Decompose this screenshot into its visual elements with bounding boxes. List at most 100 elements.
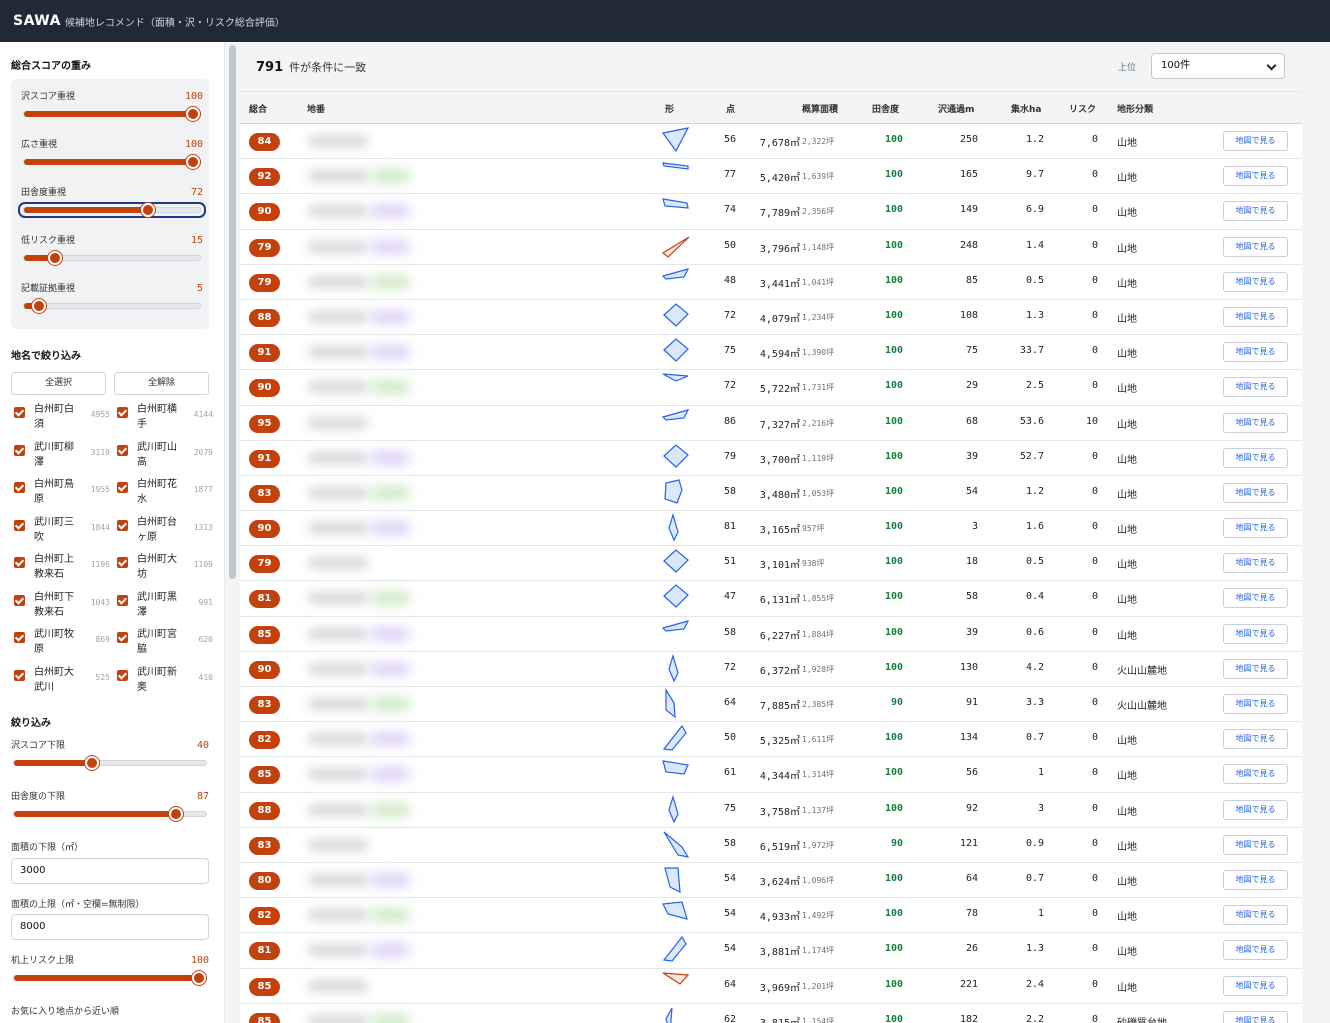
area-checkbox-item[interactable]: 武川町柳澤 3119: [14, 440, 114, 472]
view-map-button[interactable]: 地図で見る: [1223, 1010, 1288, 1023]
area-checkbox-item[interactable]: 白州町白須 4955: [14, 402, 114, 434]
checkbox-checked-icon[interactable]: [14, 407, 25, 418]
weight-slider[interactable]: [23, 299, 201, 313]
area-checkbox-item[interactable]: 武川町三吹 1844: [14, 515, 114, 547]
risk-max-slider[interactable]: [13, 971, 207, 985]
checkbox-checked-icon[interactable]: [14, 632, 25, 643]
top-n-select[interactable]: 100件: [1151, 53, 1285, 79]
view-map-button[interactable]: 地図で見る: [1223, 588, 1288, 609]
checkbox-checked-icon[interactable]: [14, 444, 25, 456]
view-map-button[interactable]: 地図で見る: [1223, 940, 1288, 961]
view-map-button[interactable]: 地図で見る: [1223, 236, 1288, 257]
view-map-button[interactable]: 地図で見る: [1223, 482, 1288, 503]
checkbox-checked-icon[interactable]: [117, 407, 128, 418]
table-row[interactable]: 79 50 3,796㎡ 1,148坪 100 248 1.4 0 山地 地図で見る: [240, 229, 1302, 265]
checkbox-checked-icon[interactable]: [117, 482, 128, 493]
table-row[interactable]: 95 86 7,327㎡ 2,216坪 100 68 53.6 10 山地 地図で見る: [240, 405, 1302, 441]
col-area[interactable]: 概算面積: [802, 102, 838, 115]
table-row[interactable]: 92 77 5,420㎡ 1,639坪 100 165 9.7 0 山地 地図で見る: [240, 159, 1302, 195]
table-row[interactable]: 90 74 7,789㎡ 2,356坪 100 149 6.9 0 山地 地図で見る: [240, 194, 1302, 230]
table-row[interactable]: 79 51 3,101㎡ 938坪 100 18 0.5 0 山地 地図で見る: [240, 546, 1302, 582]
table-row[interactable]: 90 81 3,165㎡ 957坪 100 3 1.6 0 山地 地図で見る: [240, 511, 1302, 547]
weight-slider[interactable]: [23, 155, 201, 169]
view-map-button[interactable]: 地図で見る: [1223, 905, 1288, 926]
table-row[interactable]: 91 75 4,594㎡ 1,390坪 100 75 33.7 0 山地 地図で見る: [240, 335, 1302, 371]
view-map-button[interactable]: 地図で見る: [1223, 764, 1288, 785]
inaka-min-slider[interactable]: [13, 807, 207, 821]
area-checkbox-item[interactable]: 武川町黒澤 991: [117, 590, 217, 622]
view-map-button[interactable]: 地図で見る: [1223, 306, 1288, 327]
col-score[interactable]: 総合: [249, 102, 267, 115]
area-checkbox-item[interactable]: 武川町牧原 869: [14, 627, 114, 659]
col-shusui[interactable]: 集水ha: [1011, 102, 1041, 115]
area-checkbox-item[interactable]: 武川町新奥 410: [117, 665, 217, 697]
view-map-button[interactable]: 地図で見る: [1223, 166, 1288, 187]
table-row[interactable]: 88 75 3,758㎡ 1,137坪 100 92 3 0 山地 地図で見る: [240, 792, 1302, 828]
weight-slider[interactable]: [23, 107, 201, 121]
area-checkbox-item[interactable]: 白州町上教来石 1196: [14, 552, 114, 584]
weight-slider[interactable]: [18, 202, 206, 218]
table-row[interactable]: 84 56 7,678㎡ 2,322坪 100 250 1.2 0 山地 地図で見る: [240, 124, 1302, 160]
col-chiban[interactable]: 地番: [307, 102, 325, 115]
view-map-button[interactable]: 地図で見る: [1223, 377, 1288, 398]
area-checkbox-item[interactable]: 白州町大坊 1109: [117, 552, 217, 584]
checkbox-checked-icon[interactable]: [117, 444, 128, 456]
col-inaka[interactable]: 田舎度: [872, 102, 899, 115]
table-row[interactable]: 85 58 6,227㎡ 1,884坪 100 39 0.6 0 山地 地図で見る: [240, 616, 1302, 652]
table-row[interactable]: 83 64 7,885㎡ 2,385坪 90 91 3.3 0 火山山麓地 地図で見る: [240, 687, 1302, 723]
area-checkbox-item[interactable]: 白州町台ヶ原 1313: [117, 515, 217, 547]
table-row[interactable]: 85 64 3,969㎡ 1,201坪 100 221 2.4 0 山地 地図で見る: [240, 968, 1302, 1004]
col-terrain[interactable]: 地形分類: [1117, 102, 1153, 115]
clear-all-button[interactable]: 全解除: [114, 372, 209, 395]
view-map-button[interactable]: 地図で見る: [1223, 447, 1288, 468]
view-map-button[interactable]: 地図で見る: [1223, 834, 1288, 855]
checkbox-checked-icon[interactable]: [14, 519, 25, 531]
col-risk[interactable]: リスク: [1069, 102, 1096, 115]
table-row[interactable]: 82 54 4,933㎡ 1,492坪 100 78 1 0 山地 地図で見る: [240, 898, 1302, 934]
area-checkbox-item[interactable]: 武川町山高 2079: [117, 440, 217, 472]
area-checkbox-item[interactable]: 白州町花水 1877: [117, 477, 217, 509]
view-map-button[interactable]: 地図で見る: [1223, 658, 1288, 679]
view-map-button[interactable]: 地図で見る: [1223, 271, 1288, 292]
view-map-button[interactable]: 地図で見る: [1223, 553, 1288, 574]
table-row[interactable]: 85 62 3,815㎡1,154坪 100 182 2.2 0 砂礫質台地 地図で見る: [240, 1003, 1302, 1023]
table-row[interactable]: 90 72 6,372㎡ 1,928坪 100 130 4.2 0 火山山麓地 地図で見る: [240, 651, 1302, 687]
col-shape[interactable]: 形: [665, 102, 674, 115]
table-row[interactable]: 88 72 4,079㎡ 1,234坪 100 108 1.3 0 山地 地図で見る: [240, 299, 1302, 336]
area-checkbox-item[interactable]: 白州町横手 4144: [117, 402, 217, 434]
checkbox-checked-icon[interactable]: [117, 519, 128, 531]
col-sawa[interactable]: 沢通過m: [938, 102, 974, 115]
table-row[interactable]: 81 54 3,881㎡ 1,174坪 100 26 1.3 0 山地 地図で見る: [240, 933, 1302, 969]
area-checkbox-item[interactable]: 武川町宮脇 620: [117, 627, 217, 659]
view-map-button[interactable]: 地図で見る: [1223, 869, 1288, 890]
checkbox-checked-icon[interactable]: [117, 557, 128, 568]
sidebar-scrollbar-thumb[interactable]: [229, 45, 236, 579]
checkbox-checked-icon[interactable]: [14, 594, 25, 606]
checkbox-checked-icon[interactable]: [14, 482, 25, 493]
table-row[interactable]: 82 50 5,325㎡ 1,611坪 100 134 0.7 0 山地 地図で見る: [240, 722, 1302, 758]
view-map-button[interactable]: 地図で見る: [1223, 729, 1288, 750]
view-map-button[interactable]: 地図で見る: [1223, 799, 1288, 820]
checkbox-checked-icon[interactable]: [117, 669, 128, 681]
checkbox-checked-icon[interactable]: [14, 669, 25, 681]
table-row[interactable]: 91 79 3,700㎡ 1,119坪 100 39 52.7 0 山地 地図で見る: [240, 440, 1302, 476]
checkbox-checked-icon[interactable]: [117, 594, 128, 606]
table-row[interactable]: 83 58 3,480㎡ 1,053坪 100 54 1.2 0 山地 地図で見る: [240, 475, 1302, 512]
area-checkbox-item[interactable]: 白州町下教来石 1043: [14, 590, 114, 622]
checkbox-checked-icon[interactable]: [117, 632, 128, 643]
table-row[interactable]: 90 72 5,722㎡ 1,731坪 100 29 2.5 0 山地 地図で見る: [240, 370, 1302, 406]
area-checkbox-item[interactable]: 白州町鳥原 1955: [14, 477, 114, 509]
area-checkbox-item[interactable]: 白州町大武川 525: [14, 665, 114, 697]
view-map-button[interactable]: 地図で見る: [1223, 342, 1288, 363]
view-map-button[interactable]: 地図で見る: [1223, 412, 1288, 433]
view-map-button[interactable]: 地図で見る: [1223, 623, 1288, 644]
weight-slider[interactable]: [23, 251, 201, 265]
view-map-button[interactable]: 地図で見る: [1223, 694, 1288, 714]
select-all-button[interactable]: 全選択: [11, 372, 106, 395]
checkbox-checked-icon[interactable]: [14, 557, 25, 568]
table-row[interactable]: 80 54 3,624㎡ 1,096坪 100 64 0.7 0 山地 地図で見る: [240, 862, 1302, 899]
table-row[interactable]: 79 48 3,441㎡ 1,041坪 100 85 0.5 0 山地 地図で見る: [240, 264, 1302, 300]
area-max-input[interactable]: 8000: [11, 914, 209, 940]
table-row[interactable]: 83 58 6,519㎡ 1,972坪 90 121 0.9 0 山地 地図で見る: [240, 827, 1302, 863]
table-row[interactable]: 81 47 6,131㎡ 1,855坪 100 58 0.4 0 山地 地図で見る: [240, 581, 1302, 617]
